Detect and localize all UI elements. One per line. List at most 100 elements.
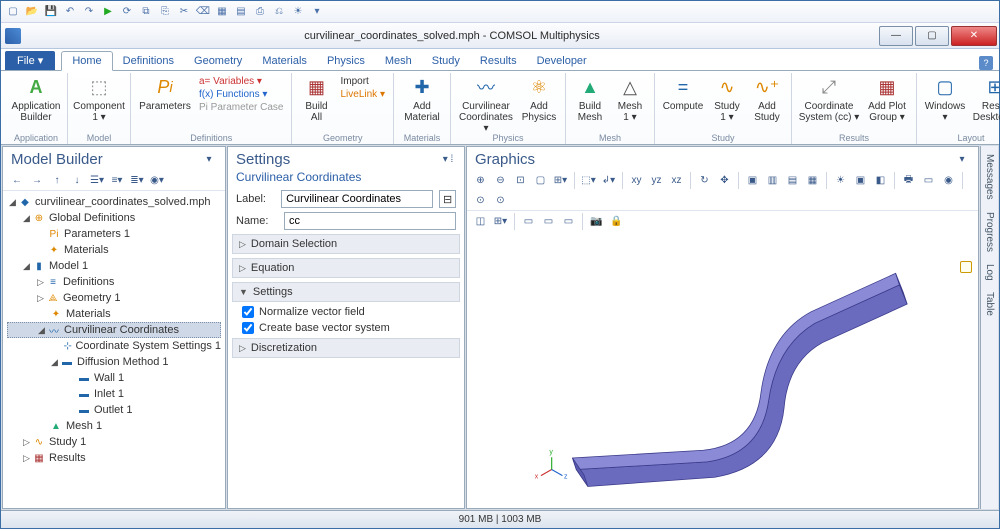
zoom-in-icon[interactable]: ⊕: [472, 172, 489, 189]
select3-icon[interactable]: ▤: [784, 172, 801, 189]
maximize-button[interactable]: ▢: [915, 26, 949, 46]
qat-btn-icon[interactable]: ☀: [290, 4, 306, 20]
curvilinear-button[interactable]: 〰 Curvilinear Coordinates ▾: [457, 73, 515, 134]
tab-materials[interactable]: Materials: [252, 52, 317, 70]
add-plot-group-button[interactable]: ▦ Add Plot Group ▾: [864, 73, 910, 123]
zoom-out-icon[interactable]: ⊖: [492, 172, 509, 189]
windows-button[interactable]: ▢ Windows ▾: [923, 73, 967, 123]
qat-play-icon[interactable]: ▶: [100, 4, 116, 20]
qat-btn-icon[interactable]: ⎙: [252, 4, 268, 20]
tree-diff1[interactable]: Diffusion Method 1: [77, 356, 169, 368]
variables-button[interactable]: a= Variables ▾: [197, 75, 285, 88]
qat-copy-icon[interactable]: ⧉: [138, 4, 154, 20]
label-input[interactable]: [281, 190, 433, 208]
qat-save-icon[interactable]: 💾: [43, 4, 59, 20]
tab-study[interactable]: Study: [422, 52, 470, 70]
livelink-button[interactable]: LiveLink ▾: [338, 88, 387, 101]
qat-cut-icon[interactable]: ✂: [176, 4, 192, 20]
qat-btn-icon[interactable]: ▦: [214, 4, 230, 20]
clip2-icon[interactable]: ⊞▾: [492, 213, 509, 230]
section-equation[interactable]: ▷Equation: [232, 258, 460, 278]
move-icon[interactable]: ✥: [716, 172, 733, 189]
tab-definitions[interactable]: Definitions: [113, 52, 184, 70]
qat-paste-icon[interactable]: ⎘: [157, 4, 173, 20]
tree-css1[interactable]: Coordinate System Settings 1: [75, 340, 221, 352]
qat-more-icon[interactable]: ▾: [309, 4, 325, 20]
tree-globaldef[interactable]: Global Definitions: [49, 212, 135, 224]
qat-open-icon[interactable]: 📂: [24, 4, 40, 20]
reset-desktop-button[interactable]: ⊞ Reset Desktop ▾: [971, 73, 1000, 123]
section-settings[interactable]: ▼Settings: [232, 282, 460, 302]
trans-icon[interactable]: ◧: [872, 172, 889, 189]
clip-icon[interactable]: ◫: [472, 213, 489, 230]
sidetab-table[interactable]: Table: [983, 290, 996, 318]
add-physics-button[interactable]: ⚛ Add Physics: [519, 73, 559, 134]
basevector-checkbox[interactable]: [242, 322, 254, 334]
qat-redo-icon[interactable]: ↷: [81, 4, 97, 20]
select4-icon[interactable]: ▦: [804, 172, 821, 189]
wire-icon[interactable]: ▣: [852, 172, 869, 189]
tag-button[interactable]: ⊟: [439, 190, 456, 208]
tab-physics[interactable]: Physics: [317, 52, 375, 70]
tree-materials2[interactable]: Materials: [66, 308, 111, 320]
application-builder-button[interactable]: A Application Builder: [11, 73, 61, 123]
mesh1-button[interactable]: △ Mesh 1 ▾: [612, 73, 648, 123]
tab-geometry[interactable]: Geometry: [184, 52, 252, 70]
tab-results[interactable]: Results: [470, 52, 527, 70]
more-icon[interactable]: ⊙: [492, 192, 509, 209]
graphics-canvas[interactable]: x y z: [467, 231, 978, 508]
select2-icon[interactable]: ▥: [764, 172, 781, 189]
name-input[interactable]: [284, 212, 456, 230]
panel-menu-icon[interactable]: ▾: [954, 152, 970, 168]
normalize-checkbox[interactable]: [242, 306, 254, 318]
down-icon[interactable]: ↓: [69, 172, 85, 188]
back-icon[interactable]: ←: [9, 172, 25, 188]
tree-materials[interactable]: Materials: [64, 244, 109, 256]
minimize-button[interactable]: —: [879, 26, 913, 46]
show-icon[interactable]: ≣▾: [129, 172, 145, 188]
add-study-button[interactable]: ∿⁺ Add Study: [749, 73, 785, 123]
parameters-button[interactable]: Pi Parameters: [137, 73, 193, 114]
qat-btn-icon[interactable]: ⎌: [271, 4, 287, 20]
tree-inlet1[interactable]: Inlet 1: [94, 388, 124, 400]
select-icon[interactable]: ▣: [744, 172, 761, 189]
eye-icon[interactable]: ◉▾: [149, 172, 165, 188]
tree-results[interactable]: Results: [49, 452, 86, 464]
qat-undo-icon[interactable]: ↶: [62, 4, 78, 20]
print-icon[interactable]: 🖶: [900, 172, 917, 189]
expand-icon[interactable]: ☰▾: [89, 172, 105, 188]
sidetab-log[interactable]: Log: [983, 262, 996, 283]
import-button[interactable]: Import: [338, 75, 387, 88]
more-icon[interactable]: ⊙: [472, 192, 489, 209]
tree-study1[interactable]: Study 1: [49, 436, 86, 448]
light-icon[interactable]: ☀: [832, 172, 849, 189]
model-tree[interactable]: ◢◆curvilinear_coordinates_solved.mph ◢⊕G…: [3, 191, 225, 508]
hide3-icon[interactable]: ▭: [560, 213, 577, 230]
view-top-icon[interactable]: xy: [628, 172, 645, 189]
qat-new-icon[interactable]: ▢: [5, 4, 21, 20]
forward-icon[interactable]: →: [29, 172, 45, 188]
build-mesh-button[interactable]: ▲ Build Mesh: [572, 73, 608, 123]
sidetab-progress[interactable]: Progress: [983, 210, 996, 254]
add-material-button[interactable]: ✚ Add Material: [400, 73, 444, 123]
view-xy-icon[interactable]: ⬚▾: [580, 172, 597, 189]
collapse-icon[interactable]: ≡▾: [109, 172, 125, 188]
hide-icon[interactable]: ▭: [520, 213, 537, 230]
rotate-icon[interactable]: ↻: [696, 172, 713, 189]
tab-home[interactable]: Home: [61, 51, 112, 71]
panel-menu-icon[interactable]: ▾: [201, 152, 217, 168]
anim-icon[interactable]: ◉: [940, 172, 957, 189]
lock-icon[interactable]: 🔒: [608, 213, 625, 230]
help-icon[interactable]: ?: [979, 56, 993, 70]
image-icon[interactable]: ▭: [920, 172, 937, 189]
go-default-icon[interactable]: ↲▾: [600, 172, 617, 189]
parameter-case-button[interactable]: Pi Parameter Case: [197, 101, 285, 114]
zoom-box-icon[interactable]: ▢: [532, 172, 549, 189]
section-domain[interactable]: ▷Domain Selection: [232, 234, 460, 254]
up-icon[interactable]: ↑: [49, 172, 65, 188]
tab-developer[interactable]: Developer: [527, 52, 597, 70]
tree-params1[interactable]: Parameters 1: [64, 228, 130, 240]
close-button[interactable]: ✕: [951, 26, 997, 46]
study1-button[interactable]: ∿ Study 1 ▾: [709, 73, 745, 123]
hide2-icon[interactable]: ▭: [540, 213, 557, 230]
